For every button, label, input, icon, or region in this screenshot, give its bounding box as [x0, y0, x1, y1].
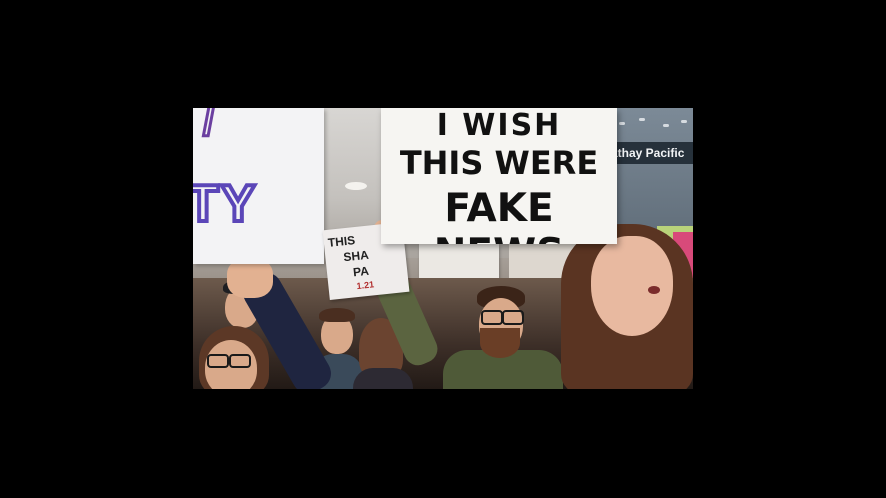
small-sign-line-4: 1.21 — [356, 279, 375, 292]
open-mouth — [648, 286, 660, 294]
sign-left-fragment-top: / — [201, 108, 215, 146]
glasses — [502, 310, 524, 325]
ceiling-light — [345, 182, 367, 190]
airline-banner-text: athay Pacific — [611, 146, 685, 160]
sign-line-3: FAKE NEWS — [434, 186, 564, 244]
protest-photo: athay Pacific / TY THIS SHA PA 1.21 I WI… — [193, 108, 693, 389]
glasses — [229, 354, 251, 368]
sign-line-2: THIS WERE — [399, 144, 599, 182]
partial-sign-left: / TY — [193, 108, 324, 264]
sign-left-fragment: TY — [193, 173, 258, 235]
small-sign-line-1: THIS — [327, 233, 356, 250]
airline-banner: athay Pacific — [609, 142, 693, 164]
sign-line-1: I WISH — [436, 108, 562, 143]
small-sign-line-3: PA — [352, 263, 370, 280]
small-sign-line-2: SHA — [342, 247, 370, 265]
glasses — [207, 354, 229, 368]
glasses — [481, 310, 503, 325]
video-frame: athay Pacific / TY THIS SHA PA 1.21 I WI… — [0, 0, 886, 498]
person-hair — [319, 308, 355, 322]
person-head — [591, 236, 673, 336]
person-body — [353, 368, 413, 389]
fake-news-sign: I WISH THIS WERE FAKE NEWS — [381, 108, 617, 244]
raised-hand — [227, 258, 273, 298]
beard — [480, 328, 520, 358]
ceiling-lights-row — [613, 114, 693, 134]
